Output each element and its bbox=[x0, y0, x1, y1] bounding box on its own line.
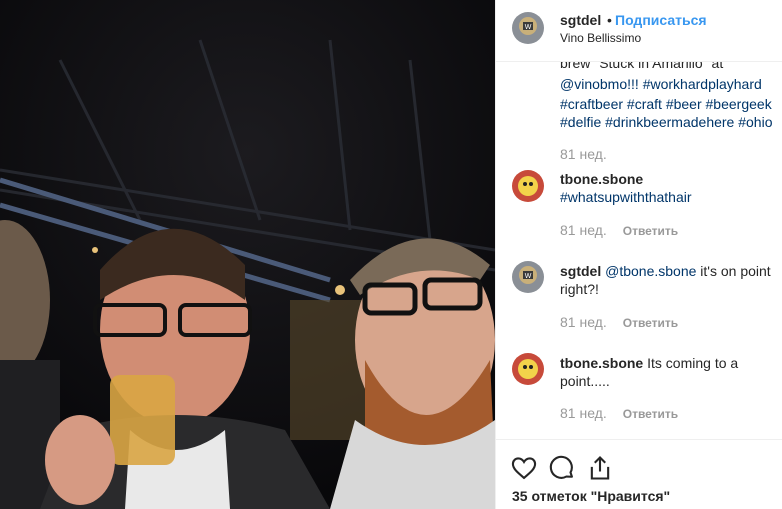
commenter-avatar[interactable] bbox=[512, 170, 544, 202]
caption-mention[interactable]: @vinobmo!!! bbox=[560, 76, 639, 92]
follow-button[interactable]: Подписаться bbox=[615, 12, 707, 28]
reply-button[interactable]: Ответить bbox=[623, 224, 678, 238]
commenter-avatar[interactable]: W bbox=[512, 261, 544, 293]
comment-3-line-2: point..... bbox=[560, 373, 610, 389]
comment-2-line-1: sgtdel @tbone.sbone it's on point bbox=[560, 263, 771, 279]
post-side-panel: W sgtdel • Подписаться Vino Bellissimo b… bbox=[495, 0, 782, 509]
comments-list[interactable]: brew "Stuck in Amarillo" at @vinobmo!!! … bbox=[496, 62, 782, 439]
post-header: W sgtdel • Подписаться Vino Bellissimo bbox=[496, 0, 782, 62]
caption-tags-4[interactable]: #delfie #drinkbeermadehere #ohio bbox=[560, 113, 772, 131]
comment-icon[interactable] bbox=[548, 454, 576, 482]
caption-tags-2[interactable]: #workhardplayhard bbox=[643, 76, 762, 92]
caption-tags-3[interactable]: #craftbeer #craft #beer #beergeek bbox=[560, 95, 772, 113]
comment-1-text[interactable]: #whatsupwiththathair bbox=[560, 188, 692, 206]
header-separator: • bbox=[607, 12, 612, 28]
heart-icon[interactable] bbox=[510, 454, 538, 482]
comment-2-time[interactable]: 81 нед. bbox=[560, 314, 607, 330]
post-location[interactable]: Vino Bellissimo bbox=[560, 31, 641, 45]
comment-1-time[interactable]: 81 нед. bbox=[560, 222, 607, 238]
selfie-image bbox=[0, 0, 495, 509]
post-actions: 35 отметок "Нравится" bbox=[496, 439, 782, 509]
comment-3-meta: 81 нед. Ответить bbox=[560, 405, 678, 423]
comment-1-meta: 81 нед. Ответить bbox=[560, 222, 678, 240]
comment-3-time[interactable]: 81 нед. bbox=[560, 405, 607, 421]
comment-3-line-1: tbone.sbone Its coming to a bbox=[560, 355, 739, 371]
svg-text:W: W bbox=[525, 273, 532, 280]
commenter-avatar[interactable] bbox=[512, 353, 544, 385]
caption-time[interactable]: 81 нед. bbox=[560, 146, 607, 162]
caption-line-1: brew "Stuck in Amarillo" at bbox=[560, 62, 724, 71]
post-photo[interactable] bbox=[0, 0, 495, 509]
caption-line-2: @vinobmo!!! #workhardplayhard bbox=[560, 75, 762, 93]
comment-2-line-2: right?! bbox=[560, 281, 599, 297]
svg-text:W: W bbox=[525, 24, 532, 31]
comment-2-meta: 81 нед. Ответить bbox=[560, 314, 678, 332]
comment-1-user: tbone.sbone bbox=[560, 171, 644, 187]
share-icon[interactable] bbox=[586, 454, 614, 482]
post-dialog: W sgtdel • Подписаться Vino Bellissimo b… bbox=[0, 0, 782, 509]
reply-button[interactable]: Ответить bbox=[623, 407, 678, 421]
likes-count[interactable]: 35 отметок "Нравится" bbox=[512, 488, 670, 504]
reply-button[interactable]: Ответить bbox=[623, 316, 678, 330]
author-avatar[interactable]: W bbox=[512, 12, 544, 44]
author-username[interactable]: sgtdel bbox=[560, 12, 601, 28]
